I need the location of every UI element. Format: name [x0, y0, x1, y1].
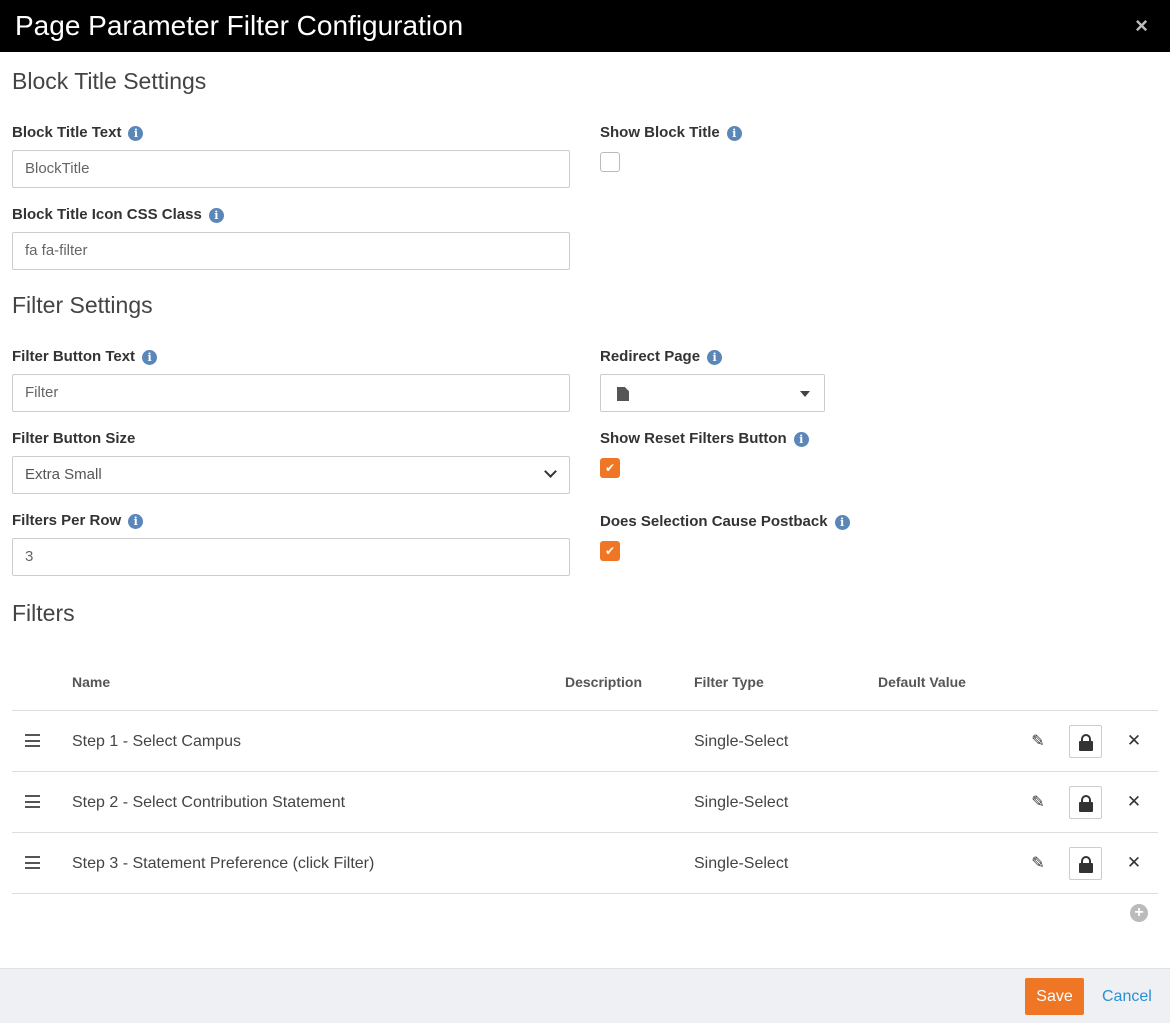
filter-button-size-label-text: Filter Button Size — [12, 430, 136, 447]
filter-type: Single-Select — [694, 855, 789, 872]
column-header-name: Name — [72, 674, 111, 690]
redirect-page-label: Redirect Page i — [600, 348, 723, 366]
info-icon[interactable]: i — [726, 125, 742, 141]
modal-footer: Save Cancel — [0, 968, 1170, 1023]
selection-postback-label-text: Does Selection Cause Postback — [600, 513, 828, 530]
filter-name: Step 2 - Select Contribution Statement — [72, 794, 346, 811]
column-header-description: Description — [565, 674, 643, 690]
file-icon — [617, 387, 629, 401]
filter-button-size-label: Filter Button Size — [12, 430, 135, 448]
save-button[interactable]: Save — [1025, 978, 1084, 1015]
delete-icon[interactable]: ✕ — [1124, 730, 1144, 752]
info-icon[interactable]: i — [707, 349, 723, 365]
plus-circle-icon[interactable]: + — [1130, 904, 1148, 922]
show-block-title-label-text: Show Block Title — [600, 124, 720, 141]
block-title-text-label-text: Block Title Text — [12, 124, 122, 141]
filters-per-row-input[interactable]: 3 — [12, 538, 570, 576]
column-header-default-value: Default Value — [878, 674, 966, 690]
selection-postback-checkbox[interactable]: ✔ — [600, 541, 620, 561]
block-title-icon-css-label: Block Title Icon CSS Class i — [12, 206, 224, 224]
cancel-link[interactable]: Cancel — [1102, 988, 1152, 1006]
table-divider — [12, 893, 1158, 894]
drag-handle-icon[interactable] — [25, 734, 40, 747]
show-block-title-checkbox[interactable] — [600, 152, 620, 172]
pencil-icon[interactable]: ✎ — [1028, 793, 1048, 813]
chevron-down-icon — [544, 465, 557, 478]
filter-button-text-input[interactable]: Filter — [12, 374, 570, 412]
filter-settings-heading: Filter Settings — [12, 292, 153, 318]
close-icon[interactable]: × — [1135, 14, 1148, 38]
info-icon[interactable]: i — [793, 431, 809, 447]
modal-header: Page Parameter Filter Configuration × — [0, 0, 1170, 52]
filter-button-size-select[interactable]: Extra Small — [12, 456, 570, 494]
table-row: Step 3 - Statement Preference (click Fil… — [12, 833, 1158, 894]
filter-name: Step 1 - Select Campus — [72, 733, 241, 750]
show-reset-filters-label-text: Show Reset Filters Button — [600, 430, 787, 447]
block-title-text-input[interactable]: BlockTitle — [12, 150, 570, 188]
lock-icon-body — [1079, 863, 1093, 873]
caret-down-icon[interactable] — [800, 391, 810, 397]
drag-handle-icon[interactable] — [25, 795, 40, 808]
show-block-title-label: Show Block Title i — [600, 124, 742, 142]
info-icon[interactable]: i — [128, 125, 144, 141]
delete-icon[interactable]: ✕ — [1124, 791, 1144, 813]
drag-handle-icon[interactable] — [25, 856, 40, 869]
security-button[interactable] — [1069, 847, 1102, 880]
block-title-icon-css-label-text: Block Title Icon CSS Class — [12, 206, 202, 223]
info-icon[interactable]: i — [142, 349, 158, 365]
lock-icon-body — [1079, 802, 1093, 812]
filter-button-text-label-text: Filter Button Text — [12, 348, 136, 365]
info-icon[interactable]: i — [128, 513, 144, 529]
filters-per-row-label-text: Filters Per Row — [12, 512, 122, 529]
block-title-text-label: Block Title Text i — [12, 124, 144, 142]
info-icon[interactable]: i — [208, 207, 224, 223]
show-reset-filters-label: Show Reset Filters Button i — [600, 430, 809, 448]
pencil-icon[interactable]: ✎ — [1028, 732, 1048, 752]
filter-name: Step 3 - Statement Preference (click Fil… — [72, 855, 375, 872]
redirect-page-picker[interactable] — [600, 374, 825, 412]
filters-per-row-label: Filters Per Row i — [12, 512, 144, 530]
filters-heading: Filters — [12, 600, 75, 626]
filter-type: Single-Select — [694, 733, 789, 750]
security-button[interactable] — [1069, 725, 1102, 758]
modal-title: Page Parameter Filter Configuration — [15, 10, 464, 41]
info-icon[interactable]: i — [834, 514, 850, 530]
show-reset-filters-checkbox[interactable]: ✔ — [600, 458, 620, 478]
pencil-icon[interactable]: ✎ — [1028, 854, 1048, 874]
table-row: Step 2 - Select Contribution Statement S… — [12, 772, 1158, 833]
filter-button-text-label: Filter Button Text i — [12, 348, 158, 366]
filter-type: Single-Select — [694, 794, 789, 811]
redirect-page-label-text: Redirect Page — [600, 348, 701, 365]
security-button[interactable] — [1069, 786, 1102, 819]
column-header-filter-type: Filter Type — [694, 674, 764, 690]
lock-icon-body — [1079, 741, 1093, 751]
block-title-settings-heading: Block Title Settings — [12, 68, 207, 94]
table-row: Step 1 - Select Campus Single-Select ✎ ✕ — [12, 711, 1158, 772]
selection-postback-label: Does Selection Cause Postback i — [600, 513, 850, 531]
filter-button-size-value: Extra Small — [25, 466, 102, 483]
block-title-icon-css-input[interactable]: fa fa-filter — [12, 232, 570, 270]
delete-icon[interactable]: ✕ — [1124, 852, 1144, 874]
